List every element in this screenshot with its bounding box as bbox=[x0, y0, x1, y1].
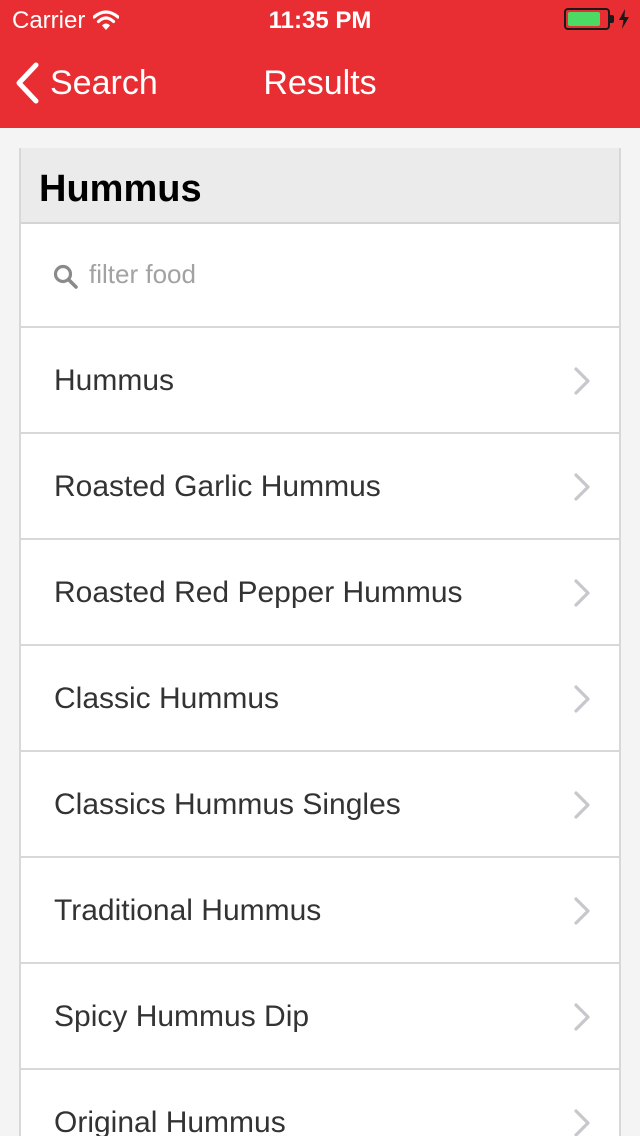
list-item[interactable]: Hummus bbox=[21, 328, 619, 434]
chevron-right-icon bbox=[574, 685, 590, 713]
page-title: Results bbox=[263, 64, 377, 102]
list-item-label: Hummus bbox=[54, 364, 175, 397]
list-item[interactable]: Original Hummus bbox=[21, 1070, 619, 1136]
top-bar: Carrier 11:35 PM Search Results bbox=[0, 0, 640, 128]
results-list: Hummus Roasted Garlic Hummus Roasted Red… bbox=[21, 328, 619, 1136]
filter-food-input[interactable] bbox=[89, 254, 589, 294]
battery-icon bbox=[564, 8, 614, 30]
list-item-label: Roasted Garlic Hummus bbox=[54, 470, 381, 503]
chevron-right-icon bbox=[574, 473, 590, 501]
battery-status bbox=[564, 8, 630, 30]
results-card: Hummus Hummus Roasted Garlic Hummus Roas… bbox=[19, 148, 621, 1136]
chevron-right-icon bbox=[574, 791, 590, 819]
chevron-right-icon bbox=[574, 367, 590, 395]
chevron-right-icon bbox=[574, 579, 590, 607]
list-item-label: Original Hummus bbox=[54, 1106, 286, 1136]
list-item[interactable]: Traditional Hummus bbox=[21, 858, 619, 964]
navigation-bar: Search Results bbox=[0, 40, 640, 128]
results-heading: Hummus bbox=[21, 148, 619, 224]
chevron-right-icon bbox=[574, 1109, 590, 1136]
chevron-right-icon bbox=[574, 1003, 590, 1031]
battery-level-fill bbox=[568, 12, 601, 26]
list-item-label: Traditional Hummus bbox=[54, 894, 322, 927]
list-item[interactable]: Classics Hummus Singles bbox=[21, 752, 619, 858]
chevron-right-icon bbox=[574, 897, 590, 925]
list-item[interactable]: Roasted Garlic Hummus bbox=[21, 434, 619, 540]
filter-row bbox=[21, 224, 619, 328]
bolt-icon bbox=[619, 9, 629, 29]
list-item-label: Roasted Red Pepper Hummus bbox=[54, 576, 463, 609]
list-item[interactable]: Classic Hummus bbox=[21, 646, 619, 752]
status-time: 11:35 PM bbox=[268, 7, 372, 34]
list-item-label: Classic Hummus bbox=[54, 682, 280, 715]
list-item[interactable]: Roasted Red Pepper Hummus bbox=[21, 540, 619, 646]
results-screen: Carrier 11:35 PM Search Results Hummus f… bbox=[0, 0, 640, 1136]
list-item-label: Classics Hummus Singles bbox=[54, 788, 401, 821]
list-item-label: Spicy Hummus Dip bbox=[54, 1000, 310, 1033]
search-icon bbox=[53, 264, 78, 289]
status-bar: Carrier 11:35 PM bbox=[0, 0, 640, 40]
list-item[interactable]: Spicy Hummus Dip bbox=[21, 964, 619, 1070]
